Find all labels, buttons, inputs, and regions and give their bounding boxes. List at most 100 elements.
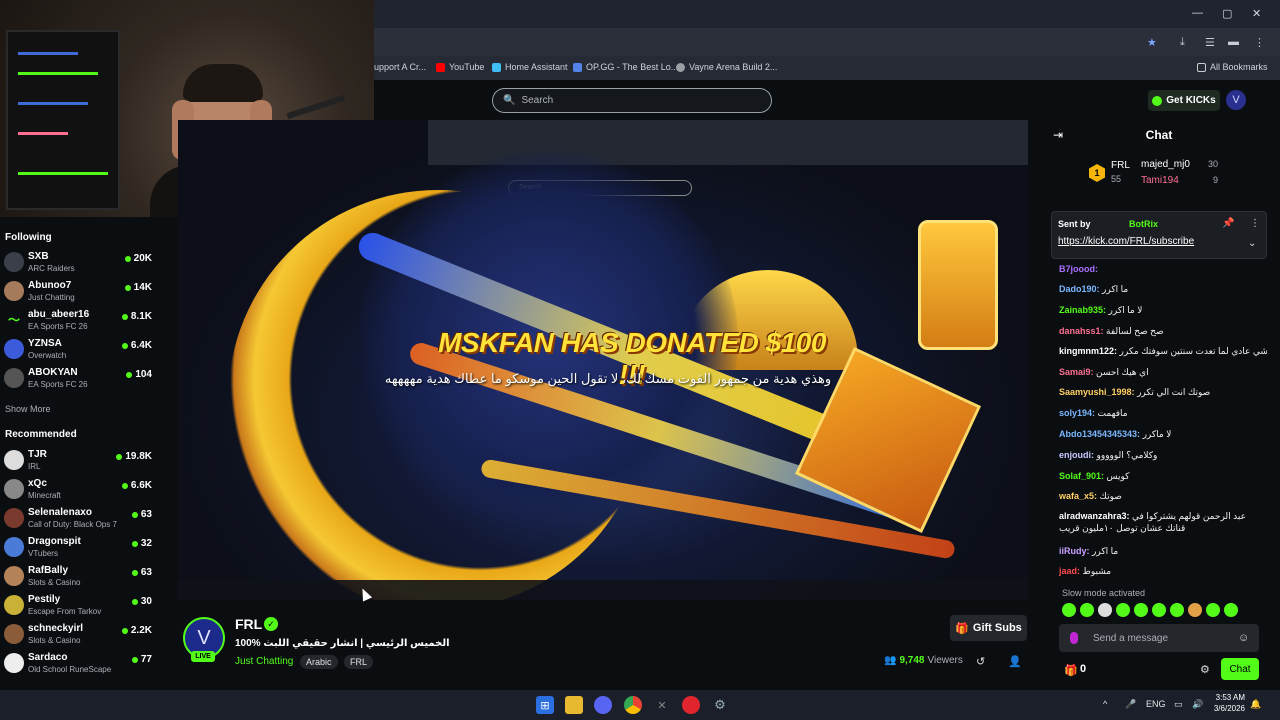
emote-icon[interactable] <box>1098 603 1112 617</box>
channel-name: TJR <box>28 449 47 460</box>
file-explorer-icon[interactable] <box>565 696 583 714</box>
minimize-icon[interactable]: — <box>1192 7 1203 19</box>
emote-icon[interactable] <box>1170 603 1184 617</box>
chat-message: iiRudy: ما اكرر <box>1059 546 1119 556</box>
sidebar-channel-pestily[interactable]: Pestily Escape From Tarkov 30 <box>4 593 154 621</box>
live-dot-icon <box>131 598 138 605</box>
channel-name[interactable]: FRL <box>235 616 262 632</box>
emote-icon[interactable] <box>1116 603 1130 617</box>
sidebar-channel-selenalenaxo[interactable]: Selenalenaxo Call of Duty: Black Ops 7 6… <box>4 506 154 534</box>
leaderboard-user-count: 9 <box>1213 175 1219 185</box>
chat-message-input[interactable]: Send a message <box>1059 624 1259 652</box>
channel-category: EA Sports FC 26 <box>28 380 88 389</box>
queue-icon[interactable]: ☰ <box>1205 36 1215 49</box>
tray-chevron-icon[interactable]: ^ <box>1103 699 1107 709</box>
clock-date[interactable]: 3/6/2026 <box>1207 704 1245 713</box>
network-icon[interactable]: ▭ <box>1174 699 1183 710</box>
download-icon[interactable]: ⤓ <box>1180 36 1185 49</box>
sidebar-channel-tjr[interactable]: TJR IRL 19.8K <box>4 448 154 476</box>
search-placeholder: Search <box>521 95 554 106</box>
bookmark-home-assistant[interactable]: Home Assistant <box>492 62 568 72</box>
bookmark-opgg[interactable]: OP.GG - The Best Lo... <box>573 62 678 72</box>
pin-icon[interactable]: 📌 <box>1222 218 1234 229</box>
notification-icon[interactable]: 🔔 <box>1250 699 1261 710</box>
chat-message: jaad: مشبوط <box>1059 566 1112 576</box>
search-input[interactable]: 🔍 Search <box>492 88 772 113</box>
live-dot-icon <box>131 656 138 663</box>
subscribe-link[interactable]: https://kick.com/FRL/subscribe <box>1058 236 1194 247</box>
language-indicator[interactable]: ENG <box>1146 699 1166 709</box>
share-icon[interactable]: ↺ <box>976 655 985 668</box>
sidebar-channel-rafbally[interactable]: RafBally Slots & Casino 63 <box>4 564 154 592</box>
pinned-bot-name[interactable]: BotRix <box>1129 219 1158 229</box>
sidebar-channel-xqc[interactable]: xQc Minecraft 6.6K <box>4 477 154 505</box>
viewer-count: 77 <box>131 654 152 665</box>
bookmark-vayne[interactable]: Vayne Arena Build 2... <box>676 62 777 72</box>
gift-icon[interactable]: 🎁 <box>1064 664 1078 677</box>
discord-icon[interactable] <box>594 696 612 714</box>
kicks-balance: 0 <box>1080 663 1087 675</box>
emote-icon[interactable] <box>1134 603 1148 617</box>
verified-icon: ✓ <box>264 617 278 631</box>
more-options-icon[interactable]: ⋮ <box>1250 218 1260 229</box>
emote-icon[interactable] <box>1152 603 1166 617</box>
emoji-icon[interactable]: ☺ <box>1238 632 1249 644</box>
bookmark-youtube[interactable]: YouTube <box>436 62 484 72</box>
tag-arabic[interactable]: Arabic <box>300 655 338 669</box>
video-player[interactable]: Search MSKFAN HAS DONATED $100 !!! وهذي … <box>178 120 1028 600</box>
sidebar-channel-sxb[interactable]: SXB ARC Raiders 20K <box>4 250 154 278</box>
sidebar-channel-abokyan[interactable]: ABOKYAN EA Sports FC 26 104 <box>4 366 154 394</box>
get-kicks-button[interactable]: Get KICKs <box>1148 90 1220 111</box>
gift-subs-button[interactable]: 🎁 Gift Subs <box>950 615 1027 641</box>
volume-icon[interactable]: 🔊 <box>1192 699 1203 710</box>
sidebar-channel-schneckyirl[interactable]: schneckyirl Slots & Casino 2.2K <box>4 622 154 650</box>
bookmark-item[interactable]: upport A Cr... <box>374 62 426 72</box>
sidebar-channel-dragonspit[interactable]: Dragonspit VTubers 32 <box>4 535 154 563</box>
sidebar-channel-abu-abeer16[interactable]: 〜 abu_abeer16 EA Sports FC 26 8.1K <box>4 308 154 336</box>
gift-icon: 🎁 <box>955 622 969 635</box>
emote-icon[interactable] <box>1188 603 1202 617</box>
channel-category: Just Chatting <box>28 293 75 302</box>
viewer-number: 9,748 <box>899 655 925 666</box>
microphone-icon[interactable]: 🎤 <box>1125 699 1136 710</box>
search-icon: 🔍 <box>503 95 516 106</box>
viewer-count: 63 <box>131 567 152 578</box>
menu-icon[interactable]: ⋮ <box>1254 36 1265 49</box>
channel-category: VTubers <box>28 549 58 558</box>
sidebar-channel-abunoo7[interactable]: Abunoo7 Just Chatting 14K <box>4 279 154 307</box>
app-icon[interactable] <box>682 696 700 714</box>
avatar <box>4 252 24 272</box>
tag-frl[interactable]: FRL <box>344 655 374 669</box>
user-avatar[interactable]: V <box>1226 90 1246 110</box>
profile-icon[interactable]: ▬ <box>1228 36 1239 48</box>
leaderboard-user[interactable]: Tami194 <box>1141 175 1179 186</box>
clock-time[interactable]: 3:53 AM <box>1213 693 1245 702</box>
emote-icon[interactable] <box>1224 603 1238 617</box>
sidebar-channel-sardaco[interactable]: Sardaco Old School RuneScape 77 <box>4 651 154 679</box>
all-bookmarks[interactable]: All Bookmarks <box>1197 62 1268 72</box>
channel-name: RafBally <box>28 565 69 576</box>
avatar <box>4 537 24 557</box>
xbox-icon[interactable]: ✕ <box>653 696 671 714</box>
add-user-icon[interactable]: 👤 <box>1008 655 1022 668</box>
maximize-icon[interactable]: ▢ <box>1222 7 1232 20</box>
chat-message: Saamyushi_1998: صوتك انت الي تكرر <box>1059 387 1211 397</box>
channel-category: IRL <box>28 462 41 471</box>
sidebar-channel-yznsa[interactable]: YZNSA Overwatch 6.4K <box>4 337 154 365</box>
leaderboard-user[interactable]: majed_mj0 <box>1141 159 1190 170</box>
settings-app-icon[interactable]: ⚙ <box>711 696 729 714</box>
emote-icon[interactable] <box>1080 603 1094 617</box>
windows-start-icon[interactable]: ⊞ <box>536 696 554 714</box>
chrome-icon[interactable] <box>624 696 642 714</box>
bookmark-star-icon[interactable]: ★ <box>1147 36 1157 49</box>
send-chat-button[interactable]: Chat <box>1221 658 1259 680</box>
recommended-heading: Recommended <box>5 429 77 440</box>
channel-category: Overwatch <box>28 351 67 360</box>
emote-icon[interactable] <box>1062 603 1076 617</box>
emote-icon[interactable] <box>1206 603 1220 617</box>
show-more-link[interactable]: Show More <box>5 404 51 414</box>
gear-icon[interactable]: ⚙ <box>1200 663 1210 676</box>
stream-category[interactable]: Just Chatting <box>235 656 293 667</box>
close-icon[interactable]: ✕ <box>1252 7 1261 20</box>
chevron-down-icon[interactable]: ⌄ <box>1248 238 1256 249</box>
